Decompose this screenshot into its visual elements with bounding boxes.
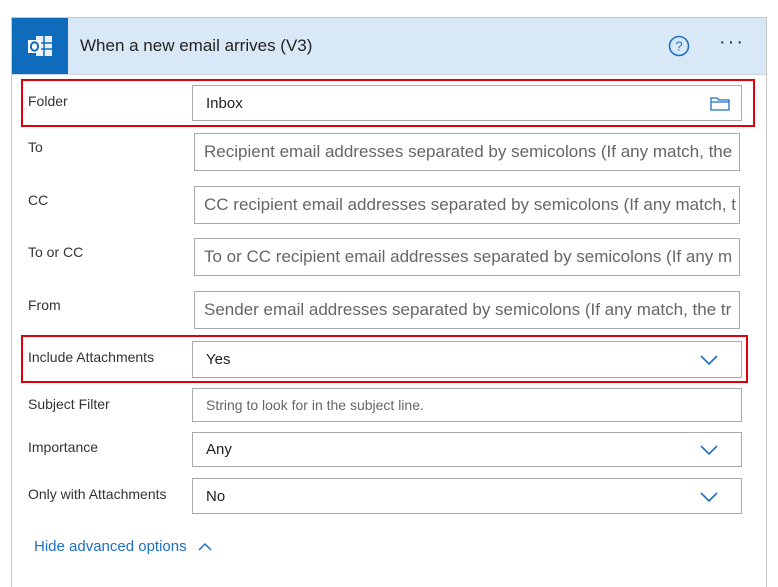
cc-placeholder: CC recipient email addresses separated b… [204,195,736,214]
to-or-cc-field[interactable]: To or CC recipient email addresses separ… [194,238,740,276]
trigger-card: When a new email arrives (V3) ? ··· Fold… [11,17,767,587]
subject-filter-field[interactable]: String to look for in the subject line. [192,388,742,422]
only-with-attachments-value: No [206,487,226,505]
from-placeholder: Sender email addresses separated by semi… [204,300,732,319]
from-field[interactable]: Sender email addresses separated by semi… [194,291,740,329]
to-placeholder: Recipient email addresses separated by s… [204,142,733,161]
importance-dropdown[interactable]: Any [192,432,742,467]
outlook-icon [12,18,68,74]
chevron-down-icon[interactable] [699,444,719,456]
help-circle-icon[interactable]: ? [668,35,690,57]
subject-filter-placeholder: String to look for in the subject line. [206,397,424,413]
only-with-attachments-label: Only with Attachments [28,486,167,502]
to-or-cc-label: To or CC [28,244,84,260]
subject-filter-label: Subject Filter [28,396,110,412]
ellipsis-icon[interactable]: ··· [716,32,748,58]
cc-field[interactable]: CC recipient email addresses separated b… [194,186,740,224]
from-label: From [28,297,61,313]
only-with-attachments-dropdown[interactable]: No [192,478,742,514]
chevron-down-icon[interactable] [699,491,719,503]
trigger-header[interactable]: When a new email arrives (V3) ? ··· [12,18,766,75]
include-attachments-value: Yes [206,351,231,368]
importance-value: Any [206,441,232,458]
chevron-up-icon [198,542,212,551]
include-attachments-dropdown[interactable]: Yes [192,341,742,378]
importance-label: Importance [28,439,99,455]
hide-advanced-options-link[interactable]: Hide advanced options [34,538,213,555]
hide-advanced-options-label: Hide advanced options [34,538,187,555]
folder-label: Folder [28,93,68,109]
to-or-cc-placeholder: To or CC recipient email addresses separ… [204,247,733,266]
svg-text:?: ? [675,39,682,54]
include-attachments-label: Include Attachments [28,349,155,365]
cc-label: CC [28,192,49,208]
folder-icon[interactable] [710,96,730,111]
to-label: To [28,139,43,155]
chevron-down-icon[interactable] [699,354,719,366]
folder-value: Inbox [206,94,243,112]
trigger-title: When a new email arrives (V3) [80,36,313,55]
to-field[interactable]: Recipient email addresses separated by s… [194,133,740,171]
folder-field[interactable]: Inbox [192,85,742,121]
